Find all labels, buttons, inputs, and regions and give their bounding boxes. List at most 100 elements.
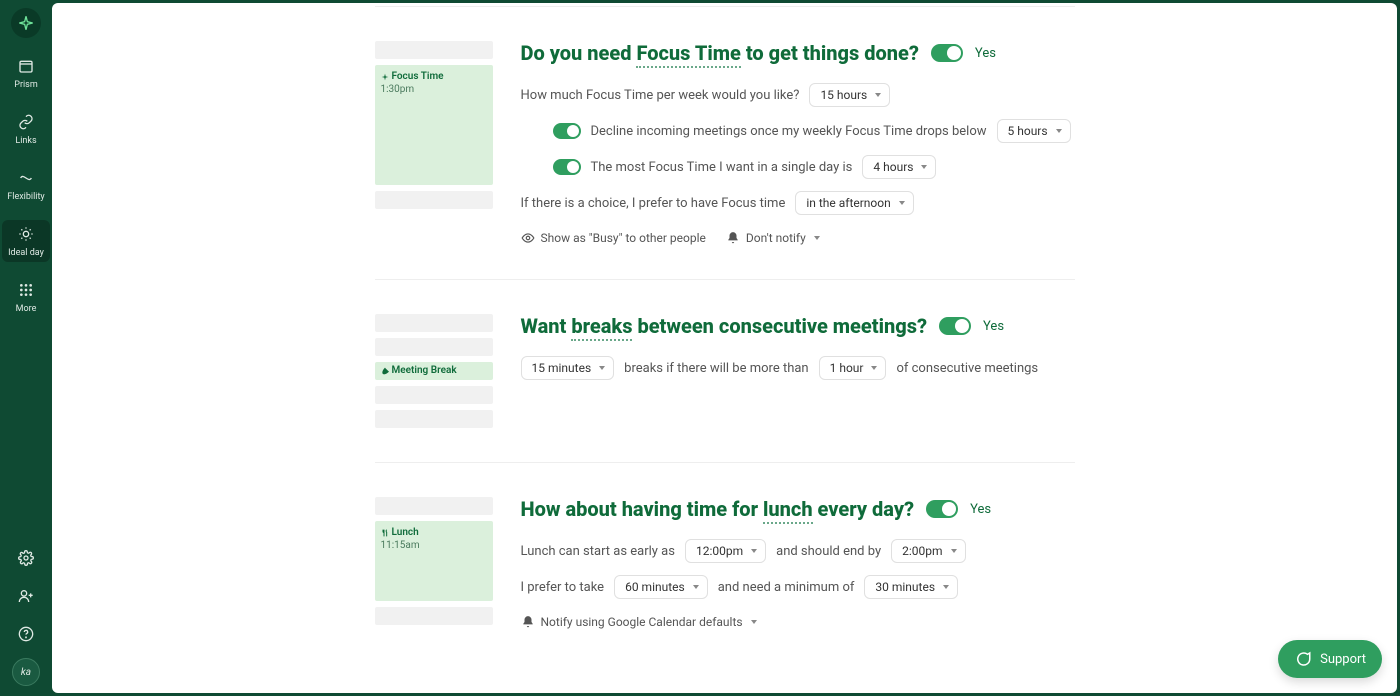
chat-icon [1294, 650, 1312, 668]
help-button[interactable] [12, 620, 40, 648]
lunch-title: How about having time for lunch every da… [521, 497, 915, 521]
placeholder-block [375, 607, 493, 625]
section-focus-time: Focus Time 1:30pm Do you need Focus Time… [375, 7, 1075, 280]
placeholder-block [375, 314, 493, 332]
focus-per-week-select[interactable]: 15 hours [809, 83, 890, 107]
breaks-config-row: 15 minutes breaks if there will be more … [521, 356, 1075, 380]
bell-icon [726, 231, 740, 245]
bell-icon [521, 615, 535, 629]
support-button[interactable]: Support [1278, 640, 1382, 678]
placeholder-block [375, 497, 493, 515]
sidebar-item-label: Flexibility [7, 192, 44, 202]
avatar[interactable]: ka [12, 658, 40, 686]
app-logo[interactable] [11, 8, 41, 38]
focus-per-week-label: How much Focus Time per week would you l… [521, 88, 800, 103]
lunch-toggle[interactable] [926, 500, 958, 518]
main-panel: Focus Time 1:30pm Do you need Focus Time… [52, 3, 1397, 693]
focus-decline-label: Decline incoming meetings once my weekly… [591, 124, 987, 139]
break-duration-select[interactable]: 15 minutes [521, 356, 615, 380]
focus-pref-label: If there is a choice, I prefer to have F… [521, 196, 786, 211]
show-as-busy-label: Show as "Busy" to other people [541, 231, 706, 245]
focus-daily-select[interactable]: 4 hours [862, 155, 936, 179]
lunch-meta: Notify using Google Calendar defaults [521, 615, 1075, 629]
sidebar-item-links[interactable]: Links [2, 108, 50, 150]
sparkle-icon [381, 73, 389, 81]
break-threshold-select[interactable]: 1 hour [819, 356, 887, 380]
focus-per-week-row: How much Focus Time per week would you l… [521, 83, 1075, 107]
lunch-event-time: 11:15am [381, 540, 487, 551]
lunch-min-select[interactable]: 30 minutes [864, 575, 958, 599]
gear-icon [18, 550, 34, 566]
lunch-min-label: and need a minimum of [718, 580, 855, 595]
focus-pref-row: If there is a choice, I prefer to have F… [521, 191, 1075, 215]
lunch-notify-select[interactable]: Notify using Google Calendar defaults [521, 615, 757, 629]
focus-notify-label: Don't notify [746, 231, 806, 245]
sparkle-icon [18, 15, 34, 31]
lunch-end-label: and should end by [776, 544, 881, 559]
focus-decline-toggle[interactable] [553, 123, 581, 139]
focus-notify-select[interactable]: Don't notify [726, 231, 820, 245]
lunch-take-label: I prefer to take [521, 580, 605, 595]
sun-icon [16, 224, 36, 244]
lunch-time-row: Lunch can start as early as 12:00pm and … [521, 539, 1075, 563]
grid-icon [16, 280, 36, 300]
lunch-notify-label: Notify using Google Calendar defaults [541, 615, 743, 629]
placeholder-block [375, 338, 493, 356]
focus-toggle-label: Yes [975, 46, 996, 61]
sidebar-bottom: ka [12, 544, 40, 696]
sidebar: Prism Links Flexibility Ideal day More [0, 0, 52, 696]
lunch-start-select[interactable]: 12:00pm [685, 539, 766, 563]
calendar-icon [16, 56, 36, 76]
lunch-duration-row: I prefer to take 60 minutes and need a m… [521, 575, 1075, 599]
settings-button[interactable] [12, 544, 40, 572]
focus-decline-select[interactable]: 5 hours [997, 119, 1071, 143]
focus-event-time: 1:30pm [381, 84, 487, 95]
focus-meta: Show as "Busy" to other people Don't not… [521, 231, 1075, 245]
focus-toggle[interactable] [931, 44, 963, 62]
section-breaks: Meeting Break Want breaks between consec… [375, 280, 1075, 463]
lunch-take-select[interactable]: 60 minutes [614, 575, 708, 599]
lunch-event-title: Lunch [392, 527, 419, 538]
lunch-end-select[interactable]: 2:00pm [891, 539, 965, 563]
focus-pref-select[interactable]: in the afternoon [795, 191, 913, 215]
lunch-toggle-label: Yes [970, 502, 991, 517]
sidebar-item-prism[interactable]: Prism [2, 52, 50, 94]
focus-daily-row: The most Focus Time I want in a single d… [521, 155, 1075, 179]
lunch-start-label: Lunch can start as early as [521, 544, 675, 559]
support-label: Support [1320, 652, 1366, 667]
show-as-busy-button[interactable]: Show as "Busy" to other people [521, 231, 706, 245]
focus-preview: Focus Time 1:30pm [375, 41, 493, 245]
focus-daily-toggle[interactable] [553, 159, 581, 175]
sidebar-item-label: More [16, 304, 37, 314]
content: Focus Time 1:30pm Do you need Focus Time… [375, 3, 1075, 693]
lunch-settings: How about having time for lunch every da… [521, 497, 1075, 629]
lunch-preview: Lunch 11:15am [375, 497, 493, 629]
fork-knife-icon [381, 529, 389, 537]
breaks-mid2: of consecutive meetings [896, 361, 1038, 376]
sidebar-item-ideal-day[interactable]: Ideal day [2, 220, 50, 262]
focus-daily-label: The most Focus Time I want in a single d… [591, 160, 853, 175]
eye-icon [521, 231, 535, 245]
sidebar-item-flexibility[interactable]: Flexibility [2, 164, 50, 206]
focus-event-block: Focus Time 1:30pm [375, 65, 493, 185]
leaf-icon [381, 367, 389, 375]
user-plus-icon [18, 588, 34, 604]
placeholder-block [375, 41, 493, 59]
sidebar-item-label: Ideal day [8, 248, 44, 258]
breaks-toggle[interactable] [939, 317, 971, 335]
placeholder-block [375, 410, 493, 428]
avatar-initials: ka [21, 667, 31, 678]
breaks-settings: Want breaks between consecutive meetings… [521, 314, 1075, 428]
section-lunch: Lunch 11:15am How about having time for … [375, 463, 1075, 663]
breaks-mid1: breaks if there will be more than [624, 361, 808, 376]
focus-event-title: Focus Time [392, 71, 444, 82]
focus-title: Do you need Focus Time to get things don… [521, 41, 919, 65]
invite-button[interactable] [12, 582, 40, 610]
sidebar-item-label: Links [15, 136, 36, 146]
placeholder-block [375, 386, 493, 404]
lunch-event-block: Lunch 11:15am [375, 521, 493, 601]
help-icon [18, 626, 34, 642]
link-icon [16, 112, 36, 132]
sidebar-item-more[interactable]: More [2, 276, 50, 318]
focus-decline-row: Decline incoming meetings once my weekly… [521, 119, 1075, 143]
